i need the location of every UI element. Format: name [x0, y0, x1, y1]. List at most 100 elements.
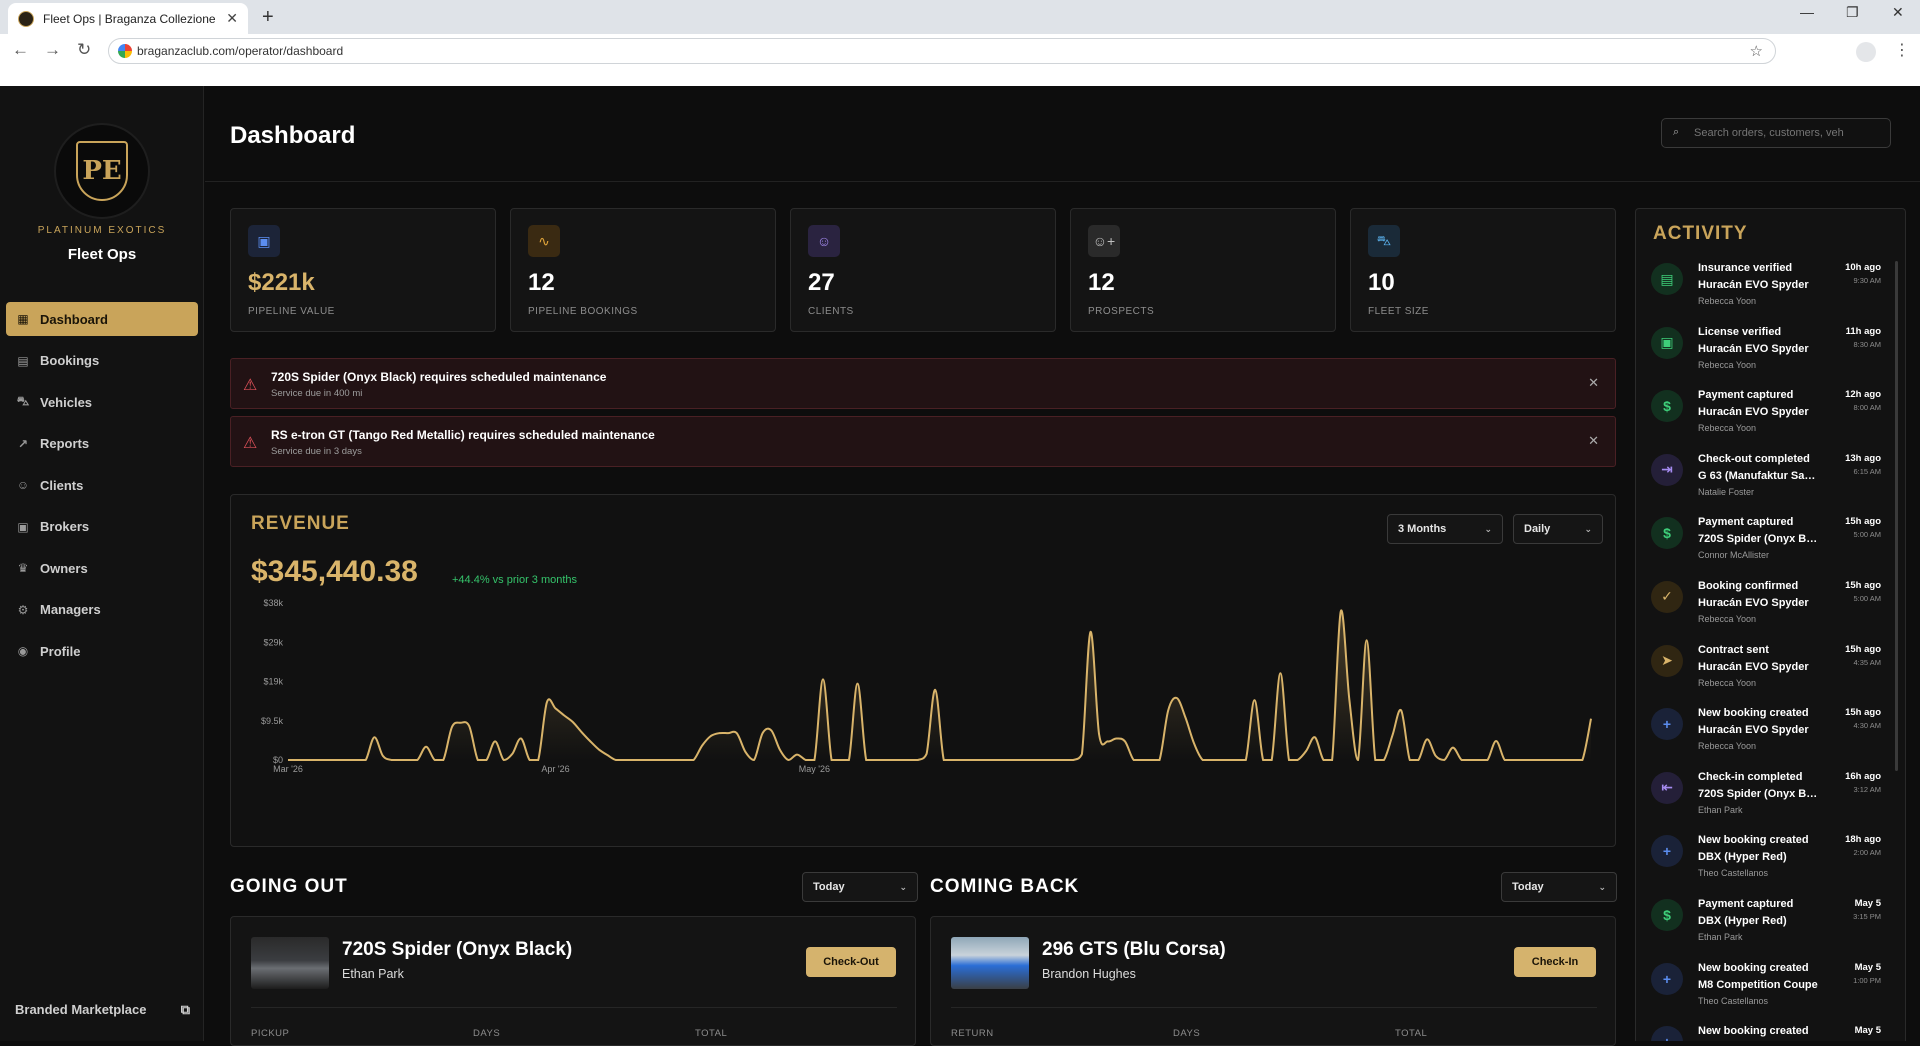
dismiss-alert-icon[interactable]: ✕	[1588, 375, 1599, 391]
revenue-card: REVENUE $345,440.38 +44.4% vs prior 3 mo…	[230, 494, 1616, 847]
sidebar-item-owners[interactable]: ♛ Owners	[6, 551, 198, 585]
profile-icon: ◉	[17, 644, 29, 658]
stat-card-prospects: ☺+ 12 PROSPECTS	[1070, 208, 1336, 332]
back-icon[interactable]: ←	[12, 40, 29, 60]
coming-back-card: 296 GTS (Blu Corsa) Brandon Hughes Check…	[930, 916, 1616, 1046]
check-out-button[interactable]: Check-Out	[806, 947, 896, 977]
activity-vehicle: Huracán EVO Spyder	[1698, 596, 1809, 609]
stat-value: 10	[1368, 269, 1395, 296]
activity-time: 6:15 AM	[1853, 466, 1881, 476]
url-text: braganzaclub.com/operator/dashboard	[137, 44, 344, 58]
going-out-filter[interactable]: Today ⌄	[802, 872, 918, 902]
search-input[interactable]	[1694, 127, 1874, 139]
new-tab-icon[interactable]: +	[262, 6, 274, 29]
column-days: DAYS	[1173, 1028, 1201, 1039]
forward-icon[interactable]: →	[44, 40, 61, 60]
column-total: TOTAL	[1395, 1028, 1428, 1039]
site-info-icon[interactable]	[118, 44, 132, 58]
range-value: 3 Months	[1398, 523, 1447, 535]
sidebar-item-label: Dashboard	[40, 311, 108, 327]
stat-label: PROSPECTS	[1088, 306, 1155, 317]
activity-scrollbar[interactable]	[1895, 261, 1898, 771]
activity-item[interactable]: ✓ Booking confirmed Huracán EVO Spyder Rebe…	[1636, 571, 1905, 635]
activity-item[interactable]: $ Payment captured Huracán EVO Spyder Rebec…	[1636, 380, 1905, 444]
bookmark-star-icon[interactable]: ☆	[1750, 42, 1763, 60]
y-tick-label: $38k	[263, 598, 283, 608]
alert-subtitle: Service due in 3 days	[271, 446, 362, 457]
stat-value: $221k	[248, 269, 315, 296]
activity-time: 5:00 AM	[1853, 593, 1881, 603]
coming-back-filter[interactable]: Today ⌄	[1501, 872, 1617, 902]
interval-value: Daily	[1524, 523, 1551, 535]
activity-user: Rebecca Yoon	[1698, 296, 1757, 306]
document-icon: ▤	[17, 353, 29, 368]
check-in-button[interactable]: Check-In	[1514, 947, 1596, 977]
stat-value: 12	[528, 269, 555, 296]
activity-item[interactable]: + New booking created Huracán EVO Spyder Re…	[1636, 698, 1905, 762]
activity-item[interactable]: ▤ Insurance verified Huracán EVO Spyder Reb…	[1636, 253, 1905, 317]
sidebar-item-dashboard[interactable]: ▦ Dashboard	[6, 302, 198, 336]
interval-select[interactable]: Daily ⌄	[1513, 514, 1603, 544]
browser-tab[interactable]: Fleet Ops | Braganza Collezione ✕	[8, 3, 248, 34]
restore-icon[interactable]: ❐	[1846, 4, 1859, 21]
stat-value: 27	[808, 269, 835, 296]
activity-item[interactable]: ⇤ Check-in completed 720S Spider (Onyx Bla…	[1636, 762, 1905, 826]
dismiss-alert-icon[interactable]: ✕	[1588, 433, 1599, 449]
address-bar[interactable]: braganzaclub.com/operator/dashboard ☆	[108, 38, 1776, 64]
sidebar-item-vehicles[interactable]: ⛍ Vehicles	[6, 385, 198, 419]
activity-item[interactable]: $ Payment captured DBX (Hyper Red) Ethan Pa…	[1636, 889, 1905, 953]
activity-item[interactable]: + New booking created May 5	[1636, 1016, 1905, 1041]
activity-ago: 15h ago	[1845, 516, 1881, 528]
activity-vehicle: Huracán EVO Spyder	[1698, 406, 1809, 419]
sidebar-item-profile[interactable]: ◉ Profile	[6, 634, 198, 668]
plus-icon: +	[1651, 835, 1683, 868]
sidebar-item-brokers[interactable]: ▣ Brokers	[6, 510, 198, 544]
briefcase-icon: ▣	[17, 519, 29, 534]
activity-item[interactable]: $ Payment captured 720S Spider (Onyx Black…	[1636, 507, 1905, 571]
top-bar: Dashboard ⌕	[205, 86, 1920, 182]
card-divider	[251, 1007, 897, 1008]
activity-title-text: Booking confirmed	[1698, 579, 1799, 592]
activity-time: 4:30 AM	[1853, 721, 1881, 731]
search-box[interactable]: ⌕	[1661, 118, 1891, 148]
activity-ago: 15h ago	[1845, 707, 1881, 719]
external-link-icon: ⧉	[180, 1002, 190, 1017]
trend-icon: ↗	[17, 436, 29, 451]
branded-marketplace-link[interactable]: Branded Marketplace ⧉	[15, 1002, 190, 1018]
id-card-icon: ▣	[1651, 326, 1683, 359]
activity-item[interactable]: + New booking created M8 Competition Coupe…	[1636, 953, 1905, 1017]
users-icon: ☺	[808, 225, 840, 257]
activity-vehicle: DBX (Hyper Red)	[1698, 851, 1787, 864]
y-tick-label: $9.5k	[261, 716, 284, 726]
browser-menu-icon[interactable]: ⋮	[1894, 40, 1910, 60]
sidebar-item-clients[interactable]: ☺ Clients	[6, 468, 198, 502]
reload-icon[interactable]: ↻	[77, 40, 91, 60]
close-window-icon[interactable]: ✕	[1892, 4, 1904, 21]
revenue-amount: $345,440.38	[251, 555, 418, 588]
brand-logo: PE	[54, 123, 150, 219]
activity-ago: 10h ago	[1845, 262, 1881, 273]
profile-avatar-icon[interactable]	[1856, 42, 1876, 62]
activity-item[interactable]: ➤ Contract sent Huracán EVO Spyder Rebecca …	[1636, 635, 1905, 699]
sidebar-item-managers[interactable]: ⚙ Managers	[6, 593, 198, 627]
sidebar-item-bookings[interactable]: ▤ Bookings	[6, 344, 198, 378]
sidebar-item-label: Owners	[40, 560, 88, 576]
coming-back-filter-value: Today	[1512, 881, 1544, 893]
sidebar-item-reports[interactable]: ↗ Reports	[6, 427, 198, 461]
minimize-icon[interactable]: —	[1800, 4, 1814, 20]
user-plus-icon: ☺+	[1088, 225, 1120, 257]
activity-vehicle: Huracán EVO Spyder	[1698, 724, 1809, 737]
sidebar-item-label: Clients	[40, 477, 84, 493]
revenue-area	[288, 610, 1591, 760]
stat-label: CLIENTS	[808, 306, 854, 317]
activity-title-text: New booking created	[1698, 834, 1809, 847]
activity-item[interactable]: + New booking created DBX (Hyper Red) Theo …	[1636, 825, 1905, 889]
alert-subtitle: Service due in 400 mi	[271, 388, 363, 399]
alert-title: 720S Spider (Onyx Black) requires schedu…	[271, 370, 607, 384]
range-select[interactable]: 3 Months ⌄	[1387, 514, 1503, 544]
search-icon: ⌕	[1673, 126, 1680, 138]
activity-item[interactable]: ▣ License verified Huracán EVO Spyder Rebec…	[1636, 317, 1905, 381]
tab-close-icon[interactable]: ✕	[226, 10, 238, 27]
activity-time: 3:12 AM	[1853, 784, 1881, 794]
activity-item[interactable]: ⇥ Check-out completed G 63 (Manufaktur San…	[1636, 444, 1905, 508]
